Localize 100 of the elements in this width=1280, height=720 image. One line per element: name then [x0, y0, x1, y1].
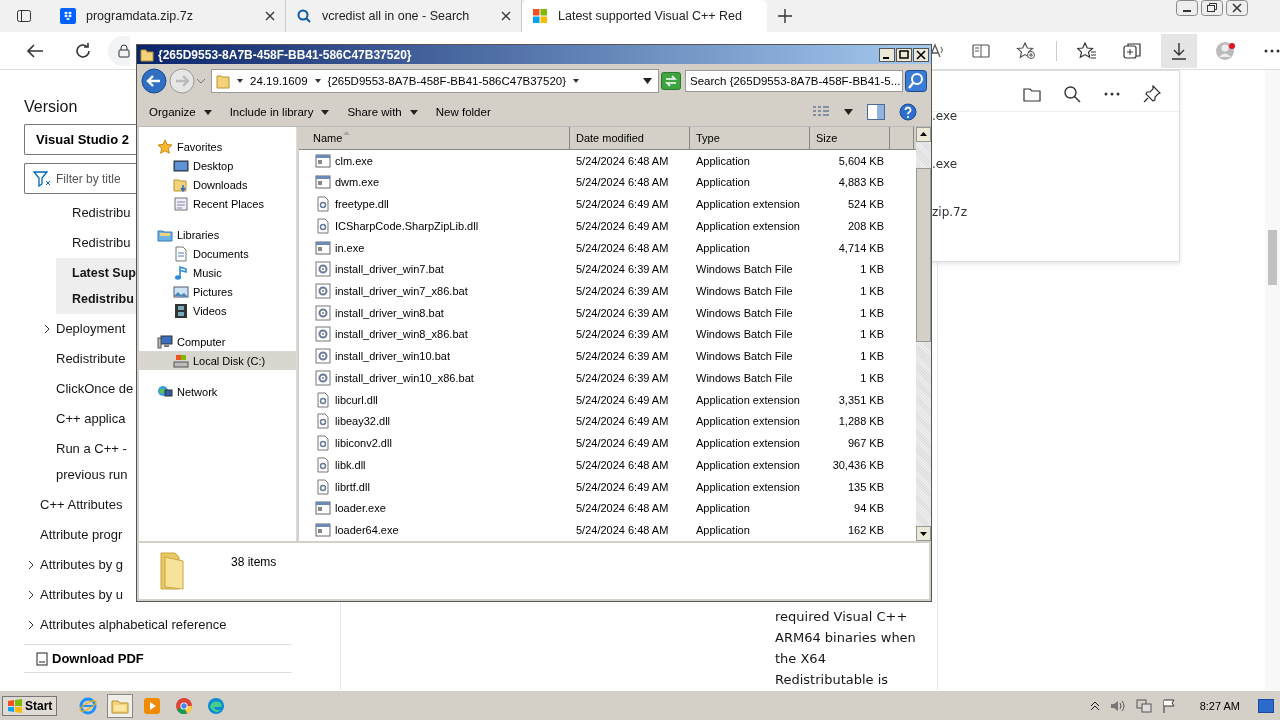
- favorites-icon[interactable]: [1077, 41, 1097, 60]
- nav-item[interactable]: Pictures: [139, 282, 296, 301]
- search-icon[interactable]: [1063, 85, 1081, 103]
- file-name[interactable]: clm.exe: [335, 154, 373, 167]
- show-desktop-icon[interactable]: [1258, 698, 1274, 713]
- toc-item[interactable]: C++ applica: [24, 404, 126, 434]
- browser-tab[interactable]: Latest supported Visual C++ Red: [522, 0, 767, 32]
- file-name[interactable]: install_driver_win10_x86.bat: [335, 371, 474, 384]
- scrollbar[interactable]: [916, 127, 931, 541]
- close-icon[interactable]: [1226, 0, 1248, 16]
- close-icon[interactable]: [265, 11, 275, 21]
- flag-icon[interactable]: [1161, 698, 1176, 713]
- scroll-thumb[interactable]: [1268, 230, 1277, 285]
- toc-item[interactable]: Run a C++ - previous run: [24, 434, 128, 490]
- nav-item[interactable]: Music: [139, 263, 296, 282]
- file-name[interactable]: libcurl.dll: [335, 393, 378, 406]
- chevron-up-icon[interactable]: [1089, 700, 1100, 711]
- maximize-icon[interactable]: [896, 47, 912, 62]
- file-name[interactable]: ICSharpCode.SharpZipLib.dll: [335, 219, 479, 232]
- file-name[interactable]: loader64.exe: [335, 524, 399, 537]
- folder-icon[interactable]: [1023, 86, 1041, 102]
- nav-item[interactable]: Local Disk (C:): [139, 351, 296, 370]
- nav-item[interactable]: Favorites: [139, 137, 296, 156]
- file-name[interactable]: install_driver_win8.bat: [335, 306, 444, 319]
- more-icon[interactable]: [1103, 91, 1121, 97]
- avatar-icon[interactable]: [1215, 39, 1237, 62]
- column-header[interactable]: Size: [810, 127, 890, 149]
- toc-item[interactable]: Redistribu: [24, 198, 131, 228]
- toc-item[interactable]: C++ Attributes: [24, 490, 123, 520]
- close-icon[interactable]: [913, 47, 929, 62]
- caret-icon[interactable]: [573, 78, 580, 84]
- speaker-icon[interactable]: [1109, 698, 1126, 713]
- caret-icon[interactable]: [643, 78, 652, 84]
- download-pdf-link[interactable]: Download PDF: [24, 644, 292, 673]
- caret-icon[interactable]: [844, 109, 853, 115]
- refresh-icon[interactable]: [74, 41, 92, 60]
- toc-item[interactable]: Deployment: [24, 314, 126, 344]
- address-bar[interactable]: [108, 35, 130, 66]
- file-name[interactable]: freetype.dll: [335, 198, 389, 211]
- toc-item[interactable]: Redistribute: [24, 344, 126, 374]
- nav-item[interactable]: Downloads: [139, 175, 296, 194]
- nav-item[interactable]: Videos: [139, 301, 296, 320]
- download-item[interactable]: zip.7z: [932, 202, 1179, 250]
- nav-item[interactable]: Computer: [139, 332, 296, 351]
- address-field[interactable]: 24.19.1609 {265D9553-8A7B-458F-BB41-586C47B37520}: [211, 69, 659, 93]
- more-icon[interactable]: [1263, 47, 1280, 54]
- breadcrumb-item[interactable]: {265D9553-8A7B-458F-BB41-586C47B37520}: [327, 75, 567, 87]
- toc-item[interactable]: ClickOnce de: [24, 374, 134, 404]
- filter-field[interactable]: Filter by title: [24, 163, 136, 194]
- caret-icon[interactable]: [237, 78, 243, 84]
- back-icon[interactable]: [26, 42, 44, 59]
- toc-item[interactable]: Attributes by u: [24, 580, 124, 610]
- toolbar-button[interactable]: Include in library: [221, 103, 338, 121]
- toc-item[interactable]: Attribute progr: [24, 520, 123, 550]
- column-header[interactable]: Name: [299, 127, 570, 149]
- caret-icon[interactable]: [314, 78, 321, 84]
- nav-item[interactable]: Network: [139, 382, 296, 401]
- file-name[interactable]: install_driver_win8_x86.bat: [335, 328, 468, 341]
- column-header[interactable]: Date modified: [570, 127, 690, 149]
- nav-item[interactable]: Libraries: [139, 225, 296, 244]
- taskbar-app-button[interactable]: [107, 693, 134, 718]
- toc-item[interactable]: Attributes by g: [24, 550, 124, 580]
- minimize-icon[interactable]: [879, 47, 895, 62]
- help-icon[interactable]: [899, 103, 917, 121]
- scroll-down-icon[interactable]: [916, 526, 931, 541]
- network-icon[interactable]: [1135, 698, 1152, 713]
- breadcrumb-item[interactable]: 24.19.1609: [250, 75, 308, 87]
- minimize-icon[interactable]: [1176, 0, 1198, 16]
- nav-item[interactable]: Desktop: [139, 156, 296, 175]
- start-button[interactable]: Start: [2, 695, 58, 716]
- file-name[interactable]: install_driver_win10.bat: [335, 350, 450, 363]
- nav-item[interactable]: Recent Places: [139, 194, 296, 213]
- file-name[interactable]: libk.dll: [335, 458, 366, 471]
- tab-actions-icon[interactable]: [16, 8, 32, 24]
- file-name[interactable]: libeay32.dll: [335, 415, 391, 428]
- toc-item[interactable]: Attributes alphabetical reference: [24, 610, 227, 640]
- file-name[interactable]: install_driver_win7.bat: [335, 263, 444, 276]
- scrollbar[interactable]: [1265, 70, 1280, 690]
- reader-icon[interactable]: [972, 42, 990, 59]
- toc-item[interactable]: Latest Sup Redistribu: [56, 258, 136, 314]
- file-name[interactable]: dwm.exe: [335, 176, 380, 189]
- toolbar-button[interactable]: Organize: [141, 103, 220, 121]
- preview-pane-icon[interactable]: [867, 104, 885, 120]
- column-header[interactable]: Type: [690, 127, 810, 149]
- toc-item[interactable]: Redistribu: [24, 228, 131, 258]
- new-tab-icon[interactable]: [777, 8, 793, 24]
- file-name[interactable]: librtf.dll: [335, 480, 370, 493]
- nav-item[interactable]: Documents: [139, 244, 296, 263]
- add-favorite-icon[interactable]: [1016, 41, 1036, 60]
- back-icon[interactable]: [141, 68, 167, 94]
- download-item[interactable]: .exe: [932, 106, 1179, 154]
- scroll-thumb[interactable]: [916, 168, 931, 342]
- restore-icon[interactable]: [1201, 0, 1223, 16]
- scroll-up-icon[interactable]: [916, 127, 931, 142]
- file-name[interactable]: install_driver_win7_x86.bat: [335, 285, 468, 297]
- collections-icon[interactable]: [1123, 41, 1143, 60]
- file-name[interactable]: libiconv2.dll: [335, 437, 392, 450]
- file-name[interactable]: in.exe: [335, 241, 365, 254]
- toolbar-button[interactable]: New folder: [427, 103, 499, 121]
- search-icon[interactable]: [905, 70, 927, 92]
